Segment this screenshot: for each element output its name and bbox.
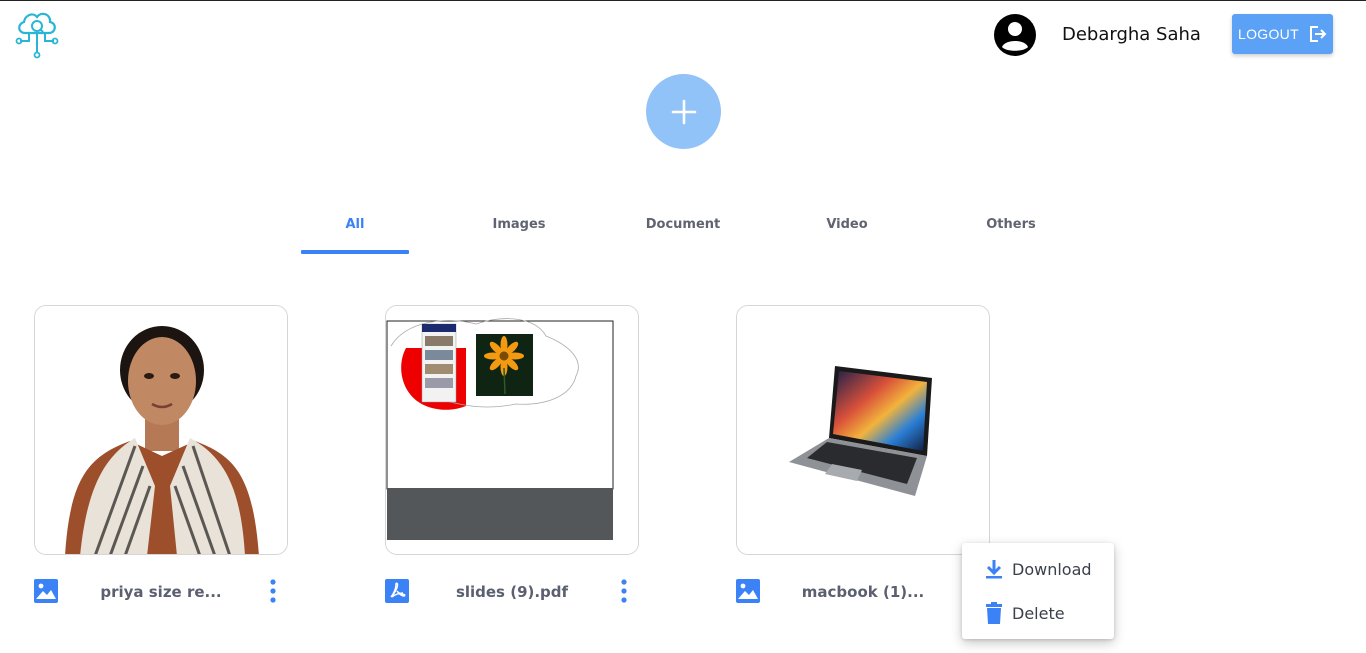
logout-label: LOGOUT	[1238, 26, 1299, 42]
download-icon	[986, 560, 1002, 579]
file-thumbnail-portrait[interactable]	[34, 305, 288, 555]
tab-images[interactable]: Images	[465, 206, 573, 254]
file-name[interactable]: macbook (1)...	[736, 583, 990, 601]
download-menu-item[interactable]: Download	[962, 549, 1114, 589]
file-name[interactable]: priya size re...	[34, 583, 288, 601]
plus-icon	[671, 99, 696, 124]
active-tab-indicator	[301, 250, 409, 254]
more-options-icon[interactable]	[617, 578, 631, 604]
logout-icon	[1309, 26, 1327, 42]
app-logo-icon[interactable]	[15, 9, 59, 59]
delete-label: Delete	[1012, 603, 1065, 623]
add-file-button[interactable]	[646, 74, 721, 149]
file-name[interactable]: slides (9).pdf	[385, 583, 639, 601]
pdf-thumbnail-image	[386, 306, 638, 554]
tab-all[interactable]: All	[301, 206, 409, 254]
file-type-tabs: All Images Document Video Others	[301, 206, 1066, 256]
file-item-footer: priya size re...	[34, 575, 288, 609]
logout-button[interactable]: LOGOUT	[1232, 14, 1333, 54]
file-item-footer: macbook (1)...	[736, 575, 990, 609]
download-label: Download	[1012, 559, 1092, 579]
user-name: Debargha Saha	[1062, 24, 1201, 45]
tab-document[interactable]: Document	[629, 206, 737, 254]
tab-video[interactable]: Video	[793, 206, 901, 254]
user-avatar-icon[interactable]	[994, 14, 1036, 56]
file-context-menu: Download Delete	[962, 543, 1114, 639]
file-item-footer: slides (9).pdf	[385, 575, 639, 609]
delete-menu-item[interactable]: Delete	[962, 593, 1114, 633]
trash-icon	[986, 602, 1002, 624]
file-thumbnail-pdf[interactable]	[385, 305, 639, 555]
more-options-icon[interactable]	[266, 578, 280, 604]
file-thumbnail-macbook[interactable]	[736, 305, 990, 555]
portrait-thumbnail-image	[35, 306, 287, 554]
tab-others[interactable]: Others	[957, 206, 1065, 254]
macbook-thumbnail-image	[737, 306, 989, 554]
